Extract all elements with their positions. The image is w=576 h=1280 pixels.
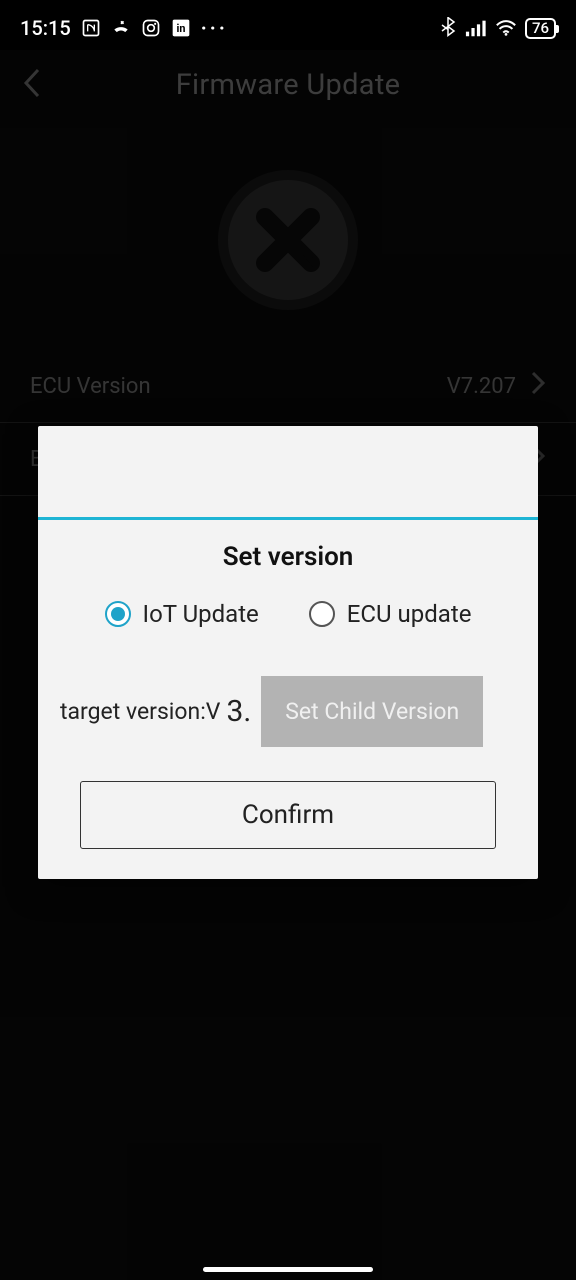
- nfc-icon: [81, 18, 101, 38]
- target-version-label: target version:V: [60, 698, 220, 725]
- confirm-button[interactable]: Confirm: [80, 781, 496, 849]
- status-time: 15:15: [20, 16, 71, 40]
- radio-label: ECU update: [347, 600, 472, 628]
- instagram-icon: [141, 18, 161, 38]
- home-indicator[interactable]: [203, 1267, 373, 1272]
- update-type-radio-group: IoT Update ECU update: [60, 600, 516, 628]
- set-child-version-button[interactable]: Set Child Version: [261, 676, 483, 747]
- status-bar: 15:15 in ··· 76: [0, 0, 576, 50]
- set-version-dialog: Set version IoT Update ECU update target…: [38, 426, 538, 879]
- radio-selected-icon: [105, 601, 131, 627]
- more-icon: ···: [201, 16, 228, 40]
- signal-icon: [465, 19, 487, 37]
- battery-percent: 76: [532, 19, 549, 37]
- target-version-value: 3.: [226, 694, 251, 729]
- radio-iot-update[interactable]: IoT Update: [105, 600, 259, 628]
- linkedin-icon: in: [171, 18, 191, 38]
- wifi-icon: [495, 19, 517, 37]
- status-left: 15:15 in ···: [20, 16, 228, 40]
- radio-label: IoT Update: [143, 600, 259, 628]
- dialog-title: Set version: [60, 542, 516, 572]
- status-right: 76: [439, 17, 556, 39]
- radio-ecu-update[interactable]: ECU update: [309, 600, 472, 628]
- dialog-header-spacer: [38, 426, 538, 520]
- target-version-row: target version:V3. Set Child Version: [60, 676, 516, 747]
- bluetooth-icon: [439, 17, 457, 39]
- svg-text:in: in: [176, 22, 185, 35]
- battery-indicator: 76: [525, 18, 556, 39]
- phone-missed-icon: [111, 18, 131, 38]
- radio-unselected-icon: [309, 601, 335, 627]
